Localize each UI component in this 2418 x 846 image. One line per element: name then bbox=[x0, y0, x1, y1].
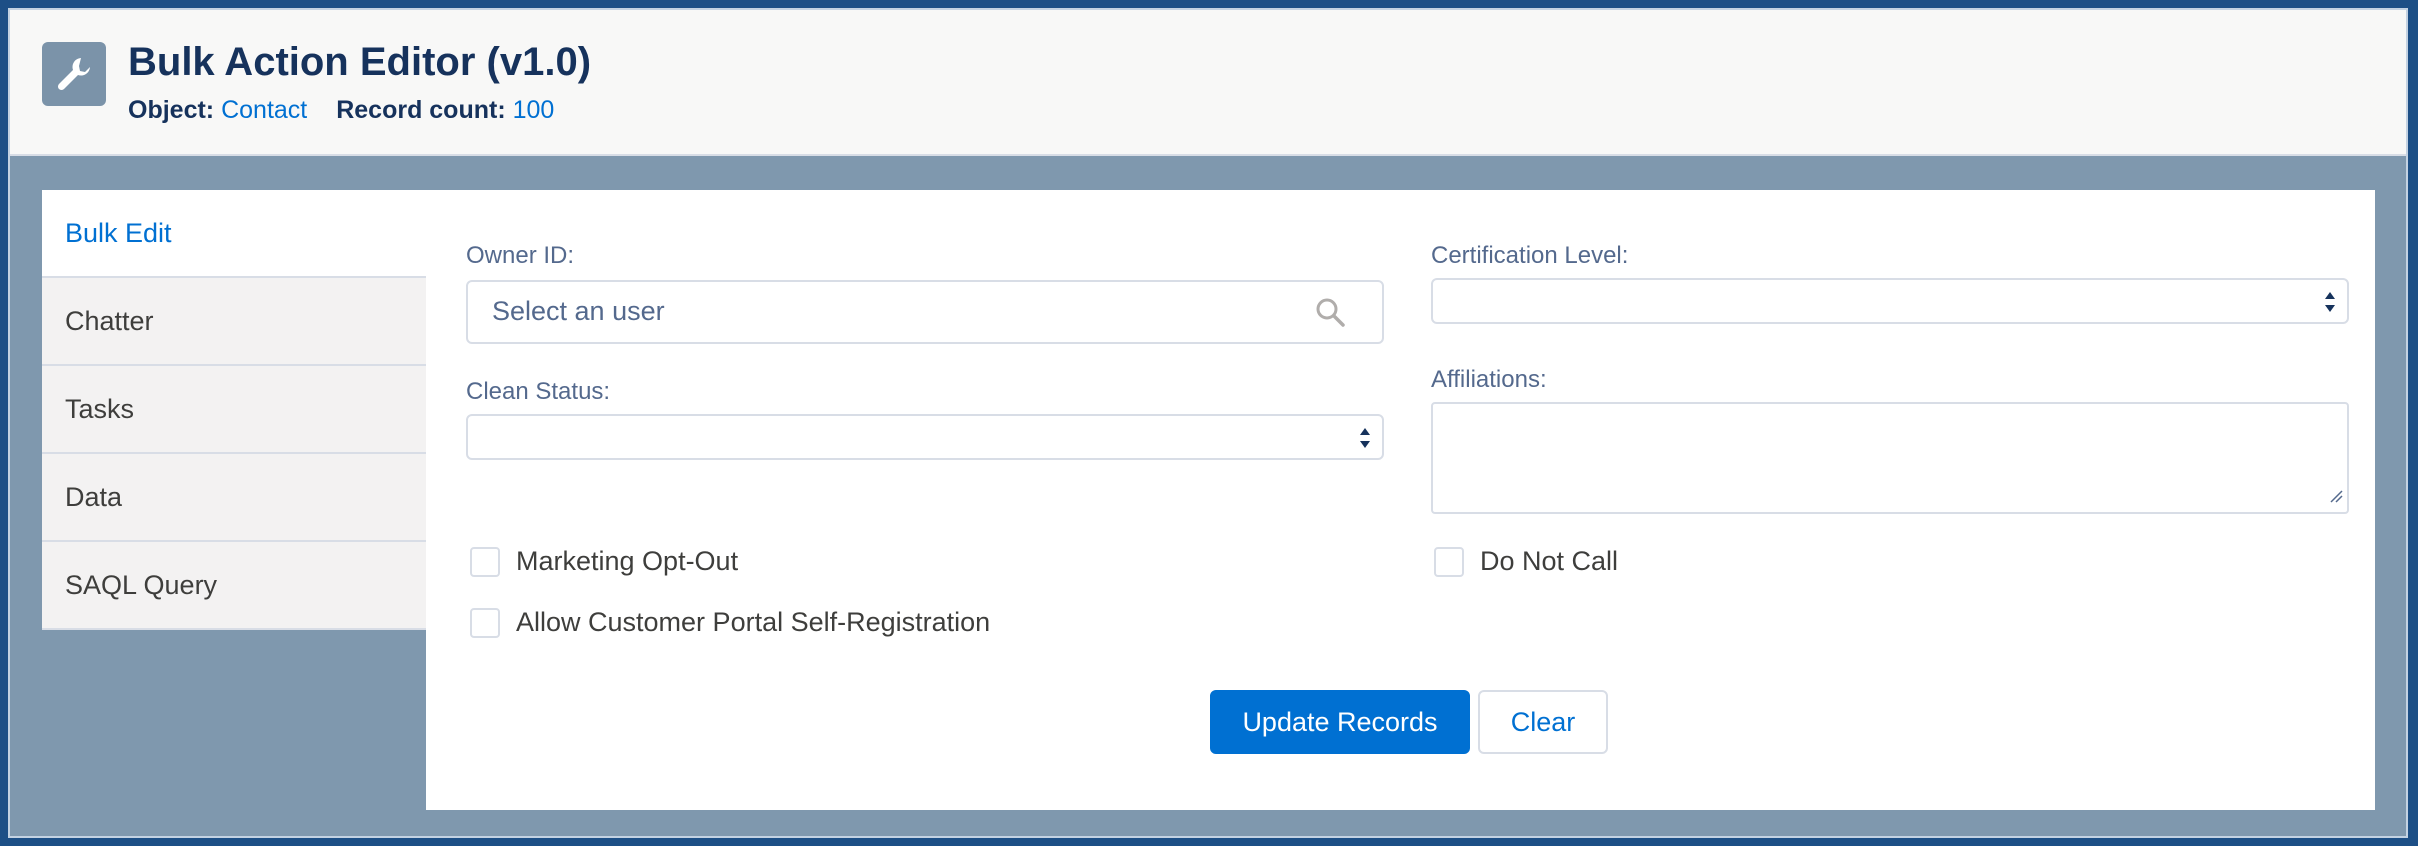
certification-level-label: Certification Level: bbox=[1431, 242, 1629, 269]
record-count-value: 100 bbox=[512, 96, 555, 124]
update-records-button[interactable]: Update Records bbox=[1210, 690, 1470, 754]
owner-id-lookup[interactable]: Select an user bbox=[466, 280, 1384, 344]
do-not-call-checkbox[interactable] bbox=[1434, 547, 1464, 577]
certification-level-select[interactable] bbox=[1431, 278, 2349, 324]
record-meta: Object: Contact Record count: 100 bbox=[128, 96, 576, 125]
sidebar-nav: Bulk Edit Chatter Tasks Data SAQL Query bbox=[42, 190, 426, 630]
tab-chatter[interactable]: Chatter bbox=[42, 278, 426, 366]
clean-status-select[interactable] bbox=[466, 414, 1384, 460]
wrench-icon bbox=[42, 42, 106, 106]
object-link[interactable]: Contact bbox=[221, 96, 307, 124]
clear-button[interactable]: Clear bbox=[1478, 690, 1608, 754]
tab-saql-query[interactable]: SAQL Query bbox=[42, 542, 426, 630]
clean-status-label: Clean Status: bbox=[466, 378, 611, 405]
select-arrows-icon bbox=[2323, 288, 2337, 321]
page-header: Bulk Action Editor (v1.0) Object: Contac… bbox=[10, 10, 2406, 156]
object-label: Object: bbox=[128, 96, 215, 124]
affiliations-label: Affiliations: bbox=[1431, 366, 1547, 393]
owner-id-label: Owner ID: bbox=[466, 242, 575, 269]
marketing-opt-out-label: Marketing Opt-Out bbox=[516, 546, 739, 576]
allow-portal-self-registration-checkbox[interactable] bbox=[470, 608, 500, 638]
do-not-call-label: Do Not Call bbox=[1480, 546, 1619, 576]
search-icon[interactable] bbox=[1314, 296, 1346, 333]
tab-data[interactable]: Data bbox=[42, 454, 426, 542]
select-arrows-icon bbox=[1358, 424, 1372, 457]
allow-portal-self-registration-label: Allow Customer Portal Self-Registration bbox=[516, 607, 991, 637]
bulk-edit-panel: Owner ID: Select an user Clean Status: C… bbox=[426, 190, 2375, 810]
resize-handle-icon[interactable] bbox=[2329, 489, 2343, 508]
owner-id-placeholder: Select an user bbox=[492, 296, 665, 326]
app-window: Bulk Action Editor (v1.0) Object: Contac… bbox=[8, 8, 2408, 838]
affiliations-textarea[interactable] bbox=[1431, 402, 2349, 514]
page-title: Bulk Action Editor (v1.0) bbox=[128, 40, 592, 84]
record-count-label: Record count: bbox=[336, 96, 506, 124]
marketing-opt-out-checkbox[interactable] bbox=[470, 547, 500, 577]
tab-bulk-edit[interactable]: Bulk Edit bbox=[42, 190, 426, 278]
tab-tasks[interactable]: Tasks bbox=[42, 366, 426, 454]
